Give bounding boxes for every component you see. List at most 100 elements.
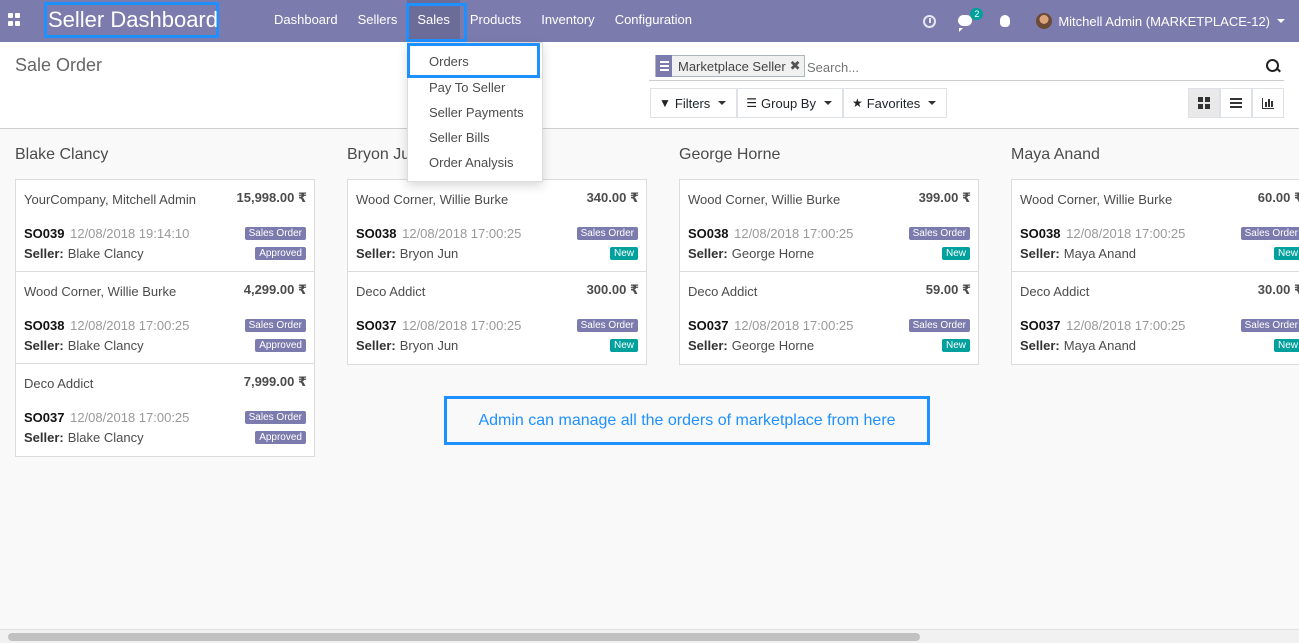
control-panel: Sale Order Marketplace Seller ✖ ▼ Filter… [0,42,1299,129]
card-seller: Seller: Bryon Jun [356,338,458,353]
user-avatar[interactable] [1036,13,1053,29]
dropdown-item-order-analysis[interactable]: Order Analysis [408,150,542,175]
search-input[interactable] [807,56,1247,78]
seller-name: George Horne [731,338,815,353]
column-title: George Horne [679,146,781,163]
menu-sellers[interactable]: Sellers [348,0,408,42]
card-amount: 59.00 ₹ [925,282,971,297]
card-partner: Deco Addict [1020,284,1090,299]
favorites-label: Favorites [866,95,921,111]
order-number: SO037 [1020,318,1061,333]
chevron-down-icon [823,101,832,105]
order-type-badge: Sales Order [576,227,638,240]
menu-sales[interactable]: Sales [406,0,467,42]
order-card[interactable]: YourCompany, Mitchell Admin 15,998.00 ₹ … [16,180,314,272]
status-badge: Approved [255,431,306,444]
card-reference: SO038 12/08/2018 17:00:25 [688,226,853,241]
status-badge: New [941,247,970,260]
user-menu-name[interactable]: Mitchell Admin (MARKETPLACE-12) [1058,14,1270,29]
status-badge: New [1273,339,1299,352]
order-date: 12/08/2018 17:00:25 [1066,318,1186,333]
order-date: 12/08/2018 17:00:25 [402,226,522,241]
dropdown-item-seller-payments[interactable]: Seller Payments [408,100,542,125]
scrollbar-thumb[interactable] [8,633,920,641]
group-by-button[interactable]: ☰ Group By [737,88,843,118]
seller-name: Blake Clancy [67,430,144,445]
card-amount: 7,999.00 ₹ [243,374,307,389]
card-partner: Deco Addict [24,376,94,391]
apps-menu-icon[interactable] [8,13,22,27]
main-menu: Dashboard Sellers Sales Products Invento… [264,0,702,42]
order-number: SO037 [688,318,729,333]
kanban-view-button[interactable] [1188,88,1220,118]
order-number: SO039 [24,226,65,241]
order-card[interactable]: Deco Addict 7,999.00 ₹ SO037 12/08/2018 … [16,364,314,456]
column-cards: YourCompany, Mitchell Admin 15,998.00 ₹ … [15,179,315,457]
dropdown-item-orders[interactable]: Orders [407,43,540,78]
dropdown-item-pay-to-seller[interactable]: Pay To Seller [408,75,542,100]
seller-label: Seller: [1020,338,1060,353]
card-partner: Deco Addict [688,284,758,299]
list-icon [1230,98,1242,108]
order-card[interactable]: Wood Corner, Willie Burke 4,299.00 ₹ SO0… [16,272,314,364]
sales-dropdown-menu: Orders Pay To Seller Seller Payments Sel… [407,42,543,182]
seller-name: Blake Clancy [67,246,144,261]
card-reference: SO037 12/08/2018 17:00:25 [1020,318,1185,333]
order-date: 12/08/2018 17:00:25 [734,226,854,241]
search-icon[interactable] [1265,58,1281,74]
order-number: SO037 [356,318,397,333]
graph-view-button[interactable] [1252,88,1284,118]
order-type-badge: Sales Order [576,319,638,332]
card-reference: SO037 12/08/2018 17:00:25 [688,318,853,333]
order-card[interactable]: Deco Addict 300.00 ₹ SO037 12/08/2018 17… [348,272,646,364]
order-date: 12/08/2018 17:00:25 [70,318,190,333]
favorites-button[interactable]: ★ Favorites [842,88,948,118]
order-card[interactable]: Deco Addict 59.00 ₹ SO037 12/08/2018 17:… [680,272,978,364]
filter-icon: ▼ [659,96,671,110]
search-facet[interactable]: Marketplace Seller ✖ [655,55,805,77]
card-reference: SO039 12/08/2018 19:14:10 [24,226,189,241]
menu-dashboard[interactable]: Dashboard [264,0,348,42]
order-type-badge: Sales Order [244,411,306,424]
card-seller: Seller: Blake Clancy [24,430,144,445]
order-date: 12/08/2018 17:00:25 [70,410,190,425]
menu-inventory[interactable]: Inventory [531,0,604,42]
card-seller: Seller: George Horne [688,338,814,353]
view-switcher [1188,88,1284,118]
status-badge: Approved [255,339,306,352]
list-view-button[interactable] [1220,88,1252,118]
card-partner: Wood Corner, Willie Burke [688,192,841,207]
filters-button[interactable]: ▼ Filters [650,88,738,118]
dropdown-item-seller-bills[interactable]: Seller Bills [408,125,542,150]
kanban-icon [1198,97,1210,109]
card-seller: Seller: Maya Anand [1020,246,1136,261]
menu-products[interactable]: Products [460,0,531,42]
order-card[interactable]: Deco Addict 30.00 ₹ SO037 12/08/2018 17:… [1012,272,1299,364]
order-card[interactable]: Wood Corner, Willie Burke 60.00 ₹ SO038 … [1012,180,1299,272]
systray: 2 Mitchell Admin (MARKETPLACE-12) [905,0,1285,42]
card-seller: Seller: George Horne [688,246,814,261]
column-cards: Wood Corner, Willie Burke 399.00 ₹ SO038… [679,179,979,365]
order-card[interactable]: Wood Corner, Willie Burke 340.00 ₹ SO038… [348,180,646,272]
debug-bug-icon[interactable] [1000,15,1011,27]
order-date: 12/08/2018 17:00:25 [734,318,854,333]
order-card[interactable]: Wood Corner, Willie Burke 399.00 ₹ SO038… [680,180,978,272]
messaging-button[interactable]: 2 [958,8,984,29]
order-number: SO038 [356,226,397,241]
remove-facet-icon[interactable]: ✖ [790,58,804,74]
order-date: 12/08/2018 17:00:25 [402,318,522,333]
seller-label: Seller: [356,246,396,261]
brand-title: Seller Dashboard [44,2,219,38]
column-title: Maya Anand [1011,146,1100,163]
menu-configuration[interactable]: Configuration [605,0,702,42]
chevron-down-icon [718,101,727,105]
card-partner: Deco Addict [356,284,426,299]
card-reference: SO037 12/08/2018 17:00:25 [24,410,189,425]
group-by-icon [656,55,672,77]
top-navbar: Seller Dashboard Dashboard Sellers Sales… [0,0,1299,42]
horizontal-scrollbar[interactable] [0,629,1299,643]
activity-clock-icon[interactable] [923,14,937,28]
order-type-badge: Sales Order [908,227,970,240]
chevron-down-icon[interactable] [1277,19,1285,23]
chevron-down-icon [928,101,937,105]
